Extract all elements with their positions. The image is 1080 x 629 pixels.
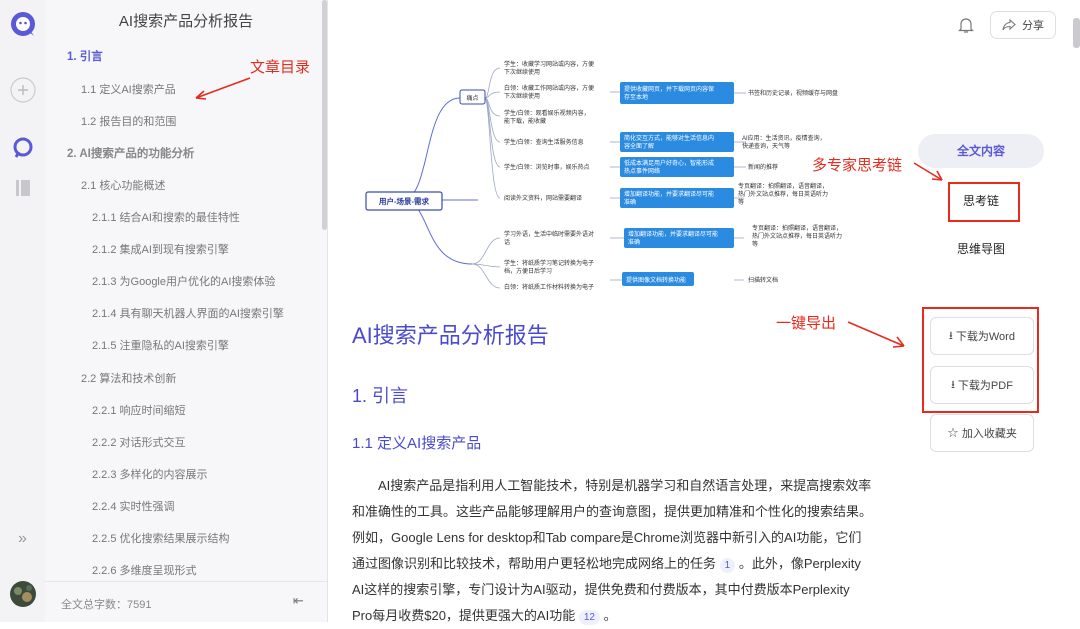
mind-map-label: 学生/白领：观看娱乐视频内容， xyxy=(504,109,590,117)
add-favorite-button[interactable]: ☆ 加入收藏夹 xyxy=(930,414,1034,452)
doc-paragraph: AI搜索产品是指利用人工智能技术，特别是机器学习和自然语言处理，来提高搜索效率和… xyxy=(352,478,873,625)
mind-map-label: 学习外语，生活中临时需要外语对 xyxy=(504,230,594,238)
mind-map-label: 专页翻译：拍照翻译，语音翻译， xyxy=(752,224,842,232)
mind-map-label: 白领：收藏工作网站或内容，方便 xyxy=(504,84,594,92)
mind-map-label: 热门外文站点推荐，每日英语听力 xyxy=(738,190,828,198)
toc-item[interactable]: 1.1 定义AI搜索产品 xyxy=(81,81,176,97)
toc-item[interactable]: 2.2 算法和技术创新 xyxy=(81,370,176,386)
toc-item[interactable]: 2.1.1 结合AI和搜索的最佳特性 xyxy=(92,209,240,225)
mind-map-label: 存至本地 xyxy=(624,93,648,101)
mind-map-label: 学生/白领：查询生活服务信息 xyxy=(504,138,584,146)
tab-mind-map[interactable]: 思维导图 xyxy=(946,242,1016,256)
toc-item[interactable]: 2.2.3 多样化的内容展示 xyxy=(92,466,208,482)
toc-item[interactable]: 2.2.4 实时性强调 xyxy=(92,498,175,514)
mind-map-label: 学生/白领：浏览时事，娱乐热点 xyxy=(504,163,590,171)
share-button[interactable]: 分享 xyxy=(990,11,1056,39)
toc-item[interactable]: 2.2.6 多维度呈现形式 xyxy=(92,562,197,578)
search-agent-icon[interactable] xyxy=(0,136,45,160)
left-rail: » xyxy=(0,0,46,622)
mind-map-label: 快递查询，天气等 xyxy=(742,142,790,150)
highlight-thinking-chain xyxy=(948,182,1020,222)
mind-map-label: 痛点 xyxy=(466,94,478,102)
annotation-thinking: 多专家思考链 xyxy=(812,157,903,174)
toc-item[interactable]: 2.2.2 对话形式交互 xyxy=(92,434,186,450)
app-logo-icon[interactable] xyxy=(0,10,45,38)
mind-map-label: 能下载，能收藏 xyxy=(504,117,546,125)
mind-map-label: AI应用：生活资讯，疫情查询， xyxy=(742,134,826,142)
toc-item[interactable]: 2.1.3 为Google用户优化的AI搜索体验 xyxy=(92,273,275,289)
toc-scrollbar[interactable] xyxy=(322,0,327,230)
share-icon xyxy=(1002,19,1016,31)
mind-map-label: 档，方便日后学习 xyxy=(504,267,552,275)
mind-map-label: 专页翻译：拍照翻译，语音翻译， xyxy=(738,182,828,190)
mind-map-label: 简化交互方式，能够对生活信息内 xyxy=(624,134,714,142)
toc-item[interactable]: 2.1 核心功能概述 xyxy=(81,177,165,193)
mind-map-label: 增加翻译功能，并要求翻译尽可能 xyxy=(624,190,714,198)
mind-map-label: 学生：收藏学习网站或内容，方便 xyxy=(504,60,594,68)
new-chat-icon[interactable] xyxy=(0,77,45,103)
annotation-arrow-icon xyxy=(847,321,905,348)
annotation-export: 一键导出 xyxy=(776,315,837,332)
toc-footer: 全文总字数：7591 ⇤ xyxy=(45,581,327,622)
word-count: 全文总字数：7591 xyxy=(61,599,152,611)
toc-item[interactable]: 1.2 报告目的和范围 xyxy=(81,113,176,129)
main-scrollbar[interactable] xyxy=(1073,18,1080,48)
annotation-toc: 文章目录 xyxy=(250,59,311,76)
toc-item[interactable]: 2.2.1 响应时间缩短 xyxy=(92,402,186,418)
library-icon[interactable] xyxy=(0,178,45,198)
citation-badge[interactable]: 12 xyxy=(578,610,600,625)
toc-item[interactable]: 2.1.4 具有聊天机器人界面的AI搜索引擎 xyxy=(92,305,284,321)
mind-map-label: 白领：将纸质工作材料转换为电子 xyxy=(504,283,594,291)
highlight-export xyxy=(922,307,1039,413)
mind-map-label: 热门外文站点推荐，每日英语听力 xyxy=(752,232,842,240)
expand-chevron-icon[interactable]: » xyxy=(0,530,45,548)
mind-map-label: 用户-场景-需求 xyxy=(379,196,429,206)
mind-map-label: 下次继续使用 xyxy=(504,68,540,76)
mind-map-label: 准确 xyxy=(628,238,640,246)
toc-item[interactable]: 2.1.2 集成AI到现有搜索引擎 xyxy=(92,241,229,257)
annotation-arrow-icon xyxy=(195,77,251,100)
mind-map-label: 阅读外文资料，网站需要翻译 xyxy=(504,194,582,202)
mind-map-label: 增加翻译功能，并要求翻译尽可能 xyxy=(628,230,718,238)
mind-map-label: 准确 xyxy=(624,198,636,206)
collapse-toc-icon[interactable]: ⇤ xyxy=(293,593,304,609)
annotation-arrow-icon xyxy=(913,162,943,181)
mind-map-label: 容全面了解 xyxy=(624,142,654,150)
doc-title: AI搜索产品分析报告 xyxy=(352,323,549,348)
section-heading: 1. 引言 xyxy=(352,386,409,406)
subsection-heading: 1.1 定义AI搜索产品 xyxy=(352,435,482,452)
toc-item[interactable]: 2.1.5 注重隐私的AI搜索引擎 xyxy=(92,337,229,353)
mind-map-label: 热点事件网络 xyxy=(624,167,660,175)
mind-map-label: 低成本满足用户好奇心，智能形成 xyxy=(624,159,714,167)
toc-title: AI搜索产品分析报告 xyxy=(118,13,254,30)
toc-item[interactable]: 1. 引言 xyxy=(67,48,103,64)
toc-panel: AI搜索产品分析报告 1. 引言 1.1 定义AI搜索产品 1.2 报告目的和范… xyxy=(45,0,328,622)
avatar[interactable] xyxy=(0,580,45,608)
mind-map-label: 提供图像文档转换功能 xyxy=(626,276,686,284)
star-icon: ☆ xyxy=(947,425,959,440)
mind-map-label: 等 xyxy=(738,198,744,206)
mind-map-label: 提供收藏网页，并下载网页内容保 xyxy=(624,85,714,93)
mind-map-label: 新闻的推荐 xyxy=(748,163,778,171)
mind-map-label: 下次继续使用 xyxy=(504,92,540,100)
mind-map-label: 书签和历史记录，视频缓存与网盘 xyxy=(748,89,838,97)
mind-map-label: 扫描转文档 xyxy=(748,276,778,284)
mind-map-label: 学生：将纸质学习笔记转换为电子 xyxy=(504,259,594,267)
bell-icon[interactable] xyxy=(958,16,974,39)
citation-badge[interactable]: 1 xyxy=(719,558,736,573)
toc-item[interactable]: 2.2.5 优化搜索结果展示结构 xyxy=(92,530,230,546)
mind-map-label: 话 xyxy=(504,238,510,246)
mind-map-label: 等 xyxy=(752,240,758,248)
toc-item[interactable]: 2. AI搜索产品的功能分析 xyxy=(67,145,194,161)
